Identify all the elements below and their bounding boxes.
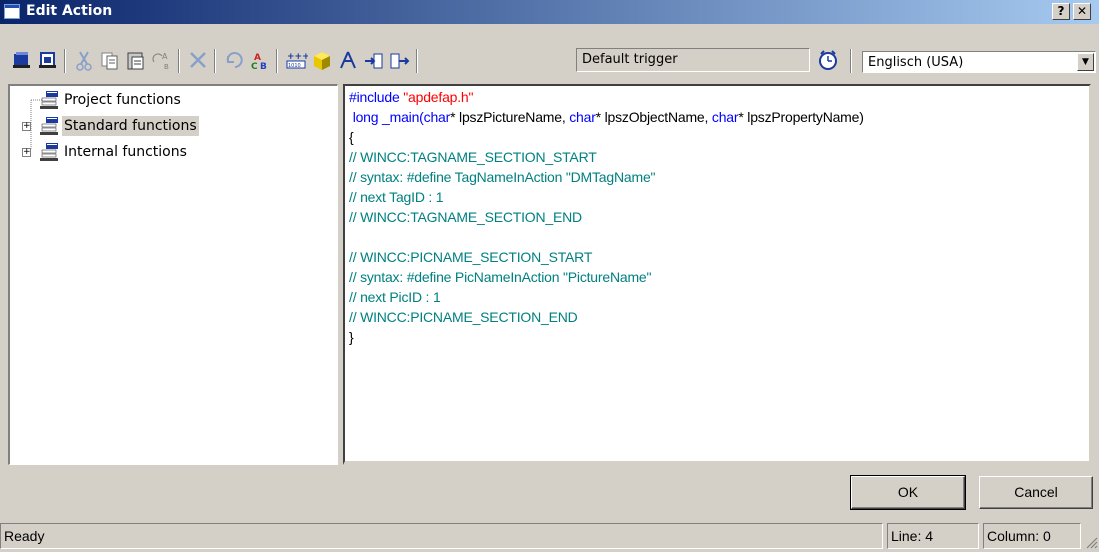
function-tree[interactable]: Project functions + Standard functions +… bbox=[8, 84, 338, 465]
replace-icon[interactable]: AB bbox=[150, 46, 174, 74]
import-icon[interactable] bbox=[362, 46, 386, 74]
trigger-field[interactable]: Default trigger bbox=[576, 48, 810, 72]
expand-icon[interactable]: + bbox=[22, 122, 31, 131]
code-line-comment: // next PicID : 1 bbox=[349, 289, 441, 305]
paste-icon[interactable] bbox=[124, 46, 148, 74]
tree-item-label: Project functions bbox=[64, 92, 181, 108]
function-library-icon bbox=[40, 143, 58, 161]
help-button[interactable]: ? bbox=[1052, 3, 1070, 20]
picture-icon[interactable] bbox=[336, 46, 360, 74]
title-bar: Edit Action ? ✕ bbox=[0, 0, 1099, 24]
tag-icon[interactable]: +++ 1010 bbox=[284, 46, 310, 74]
tree-item-label: Internal functions bbox=[64, 144, 187, 160]
window-icon bbox=[4, 4, 20, 19]
code-line-comment: // WINCC:PICNAME_SECTION_START bbox=[349, 249, 593, 265]
code-line-open-brace: { bbox=[349, 129, 354, 145]
chevron-down-icon[interactable]: ▼ bbox=[1077, 53, 1094, 71]
status-message: Ready bbox=[0, 523, 883, 549]
compile-icon[interactable] bbox=[10, 46, 34, 74]
language-value: Englisch (USA) bbox=[868, 55, 964, 70]
code-line-comment: // next TagID : 1 bbox=[349, 189, 444, 205]
resize-grip-icon[interactable] bbox=[1084, 535, 1098, 549]
tree-item-standard-functions[interactable]: + Standard functions bbox=[10, 116, 330, 136]
cut-icon[interactable] bbox=[72, 46, 96, 74]
tree-item-project-functions[interactable]: Project functions bbox=[10, 90, 330, 110]
tree-item-label: Standard functions bbox=[62, 116, 199, 136]
code-line-comment: // syntax: #define TagNameInAction "DMTa… bbox=[349, 169, 656, 185]
svg-text:C: C bbox=[251, 62, 258, 72]
svg-text:B: B bbox=[164, 63, 169, 71]
ok-button[interactable]: OK bbox=[850, 475, 966, 510]
export-icon[interactable] bbox=[388, 46, 412, 74]
code-line-comment: // WINCC:TAGNAME_SECTION_START bbox=[349, 149, 597, 165]
expand-icon[interactable]: + bbox=[22, 148, 31, 157]
tree-item-internal-functions[interactable]: + Internal functions bbox=[10, 142, 330, 162]
svg-text:A: A bbox=[162, 52, 168, 61]
code-editor[interactable]: #include "apdefap.h" long _main(char* lp… bbox=[343, 84, 1091, 465]
code-line-comment: // WINCC:TAGNAME_SECTION_END bbox=[349, 209, 582, 225]
code-line-comment: // syntax: #define PicNameInAction "Pict… bbox=[349, 269, 652, 285]
code-line-comment: // WINCC:PICNAME_SECTION_END bbox=[349, 309, 578, 325]
svg-text:1010: 1010 bbox=[288, 63, 301, 69]
code-line-close-brace: } bbox=[349, 329, 354, 345]
close-button[interactable]: ✕ bbox=[1073, 3, 1091, 20]
function-library-icon bbox=[40, 91, 58, 109]
spell-check-icon[interactable]: ACB bbox=[248, 46, 272, 74]
function-library-icon bbox=[40, 117, 58, 135]
language-select[interactable]: Englisch (USA) ▼ bbox=[862, 51, 1096, 73]
undo-icon[interactable] bbox=[222, 46, 246, 74]
svg-text:B: B bbox=[260, 62, 267, 72]
cancel-button[interactable]: Cancel bbox=[979, 476, 1093, 509]
code-line-include: #include "apdefap.h" bbox=[349, 89, 474, 105]
object-icon[interactable] bbox=[310, 46, 334, 74]
status-line: Line: 4 bbox=[887, 523, 979, 549]
delete-icon[interactable] bbox=[186, 46, 210, 74]
compile-all-icon[interactable] bbox=[36, 46, 60, 74]
code-line-main: long _main(char* lpszPictureName, char* … bbox=[349, 109, 864, 125]
window-title: Edit Action bbox=[26, 3, 113, 19]
copy-icon[interactable] bbox=[98, 46, 122, 74]
clock-icon[interactable] bbox=[816, 46, 840, 74]
status-column: Column: 0 bbox=[983, 523, 1081, 549]
